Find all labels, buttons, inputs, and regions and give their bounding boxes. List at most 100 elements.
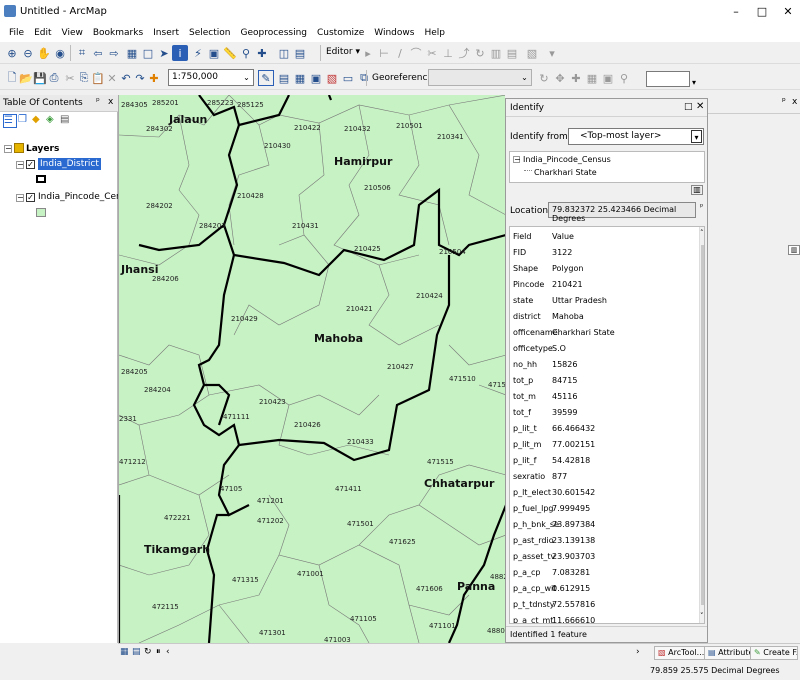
data-view-icon[interactable]: ▦ <box>120 647 129 657</box>
menu-item-customize[interactable]: Customize <box>312 26 369 40</box>
search-window-icon[interactable]: ▣ <box>308 70 324 86</box>
table-row[interactable]: p_lit_m 77.002151 <box>510 437 696 453</box>
table-row[interactable]: Pincode 210421 <box>510 277 696 293</box>
catalog-icon[interactable]: ▦ <box>292 70 308 86</box>
list-by-selection-icon[interactable]: ◈ <box>46 114 60 128</box>
result-feature[interactable]: Charkhari State <box>534 168 597 177</box>
toc-close-icon[interactable]: x <box>108 97 113 107</box>
layer-visibility-checkbox[interactable]: ✓ <box>26 160 35 169</box>
table-row[interactable]: tot_p 84715 <box>510 373 696 389</box>
table-row[interactable]: tot_f 39599 <box>510 405 696 421</box>
list-by-drawing-order-icon[interactable]: ☰ <box>3 114 17 128</box>
scroll-left-icon[interactable]: ‹ <box>166 647 170 657</box>
model-builder-icon[interactable]: ⧉ <box>356 70 372 86</box>
table-row[interactable]: tot_m 45116 <box>510 389 696 405</box>
table-row[interactable]: p_a_cp_wit 0.612915 <box>510 581 696 597</box>
grid-scrollbar[interactable]: ˄ ˅ <box>699 227 704 623</box>
pause-drawing-icon[interactable]: ⏸ <box>156 647 161 657</box>
maximize-button[interactable]: □ <box>752 4 772 20</box>
location-options-icon[interactable]: ᵖ <box>700 202 703 211</box>
list-by-source-icon[interactable]: ❐ <box>18 114 32 128</box>
menu-item-help[interactable]: Help <box>419 26 450 40</box>
table-row[interactable]: state Uttar Pradesh <box>510 293 696 309</box>
collapse-icon[interactable]: − <box>513 156 521 164</box>
toolbar-overflow-icon[interactable]: ▾ <box>692 78 696 87</box>
measure-icon[interactable]: 📏 <box>222 45 238 61</box>
table-row[interactable]: p_asset_tv 23.903703 <box>510 549 696 565</box>
table-row[interactable]: p_ast_rdio 23.139138 <box>510 533 696 549</box>
menu-item-view[interactable]: View <box>57 26 88 40</box>
collapse-icon[interactable]: − <box>4 145 12 153</box>
identify-from-select[interactable]: <Top-most layer> ▾ <box>568 128 704 145</box>
table-row[interactable]: p_t_tdnsty 72.557816 <box>510 597 696 613</box>
dock-close-icon[interactable]: x <box>792 97 797 107</box>
dock-view-icon[interactable]: ▥ <box>788 245 800 255</box>
back-extent-icon[interactable]: ⇦ <box>90 45 106 61</box>
pincode-symbol[interactable] <box>36 208 46 217</box>
layers-label[interactable]: Layers <box>26 144 59 154</box>
arctoolbox-icon[interactable]: ▧ <box>324 70 340 86</box>
layer-india-district[interactable]: India_District <box>38 158 101 170</box>
scroll-right-icon[interactable]: › <box>636 647 640 657</box>
table-row[interactable]: no_hh 15826 <box>510 357 696 373</box>
chevron-down-icon[interactable]: ⌄ <box>241 71 252 84</box>
print-icon[interactable]: ⎙ <box>46 70 62 86</box>
table-of-contents-icon[interactable]: ▤ <box>276 70 292 86</box>
collapse-icon[interactable]: − <box>16 161 24 169</box>
forward-extent-icon[interactable]: ⇨ <box>106 45 122 61</box>
scroll-thumb[interactable] <box>701 245 704 605</box>
table-row[interactable]: p_lit_f 54.42818 <box>510 453 696 469</box>
editor-toolbar-icon[interactable]: ✎ <box>258 70 274 86</box>
table-row[interactable]: Shape Polygon <box>510 261 696 277</box>
layout-view-icon[interactable]: ▤ <box>132 647 141 657</box>
table-row[interactable]: district Mahoba <box>510 309 696 325</box>
table-row[interactable]: p_h_bnk_se 73.897384 <box>510 517 696 533</box>
georef-input[interactable] <box>646 71 690 87</box>
dock-pin-icon[interactable]: ᵖ <box>782 97 786 107</box>
table-row[interactable]: officename Charkhari State <box>510 325 696 341</box>
menu-item-windows[interactable]: Windows <box>369 26 419 40</box>
table-row[interactable]: officetype S.O <box>510 341 696 357</box>
district-symbol[interactable] <box>36 175 46 183</box>
tab-arctoolbox[interactable]: ▧ ArcTool... <box>654 646 709 660</box>
editor-menu[interactable]: Editor ▾ <box>326 47 360 57</box>
table-row[interactable]: p_a_cp 7.083281 <box>510 565 696 581</box>
result-layer[interactable]: India_Pincode_Census <box>523 155 611 164</box>
table-row[interactable]: p_lit_t 66.466432 <box>510 421 696 437</box>
collapse-icon[interactable]: − <box>16 194 24 202</box>
refresh-icon[interactable]: ↻ <box>144 647 152 657</box>
menu-item-file[interactable]: File <box>4 26 29 40</box>
zoom-out-icon[interactable]: ⊖ <box>20 45 36 61</box>
table-row[interactable]: p_fuel_lpg 7.999495 <box>510 501 696 517</box>
identify-close-icon[interactable]: ✕ <box>696 101 704 112</box>
find-icon[interactable]: ⚲ <box>238 45 254 61</box>
zoom-in-icon[interactable]: ⊕ <box>4 45 20 61</box>
pin-icon[interactable]: ᵖ <box>96 97 100 107</box>
chevron-down-icon[interactable]: ▾ <box>691 130 702 143</box>
map-view[interactable]: Jalaun Hamirpur Jhansi Mahoba Chhatarpur Tika… <box>118 95 505 643</box>
select-features-icon[interactable]: ▦ <box>124 45 140 61</box>
map-scale-combo[interactable]: 1:750,000 ⌄ <box>168 69 254 86</box>
select-elements-icon[interactable]: ➤ <box>156 45 172 61</box>
scroll-up-icon[interactable]: ˄ <box>700 229 704 237</box>
table-row[interactable]: p_a_ct_mt 11.666610 <box>510 613 696 623</box>
menu-item-bookmarks[interactable]: Bookmarks <box>88 26 148 40</box>
go-to-xy-icon[interactable]: ✚ <box>254 45 270 61</box>
html-popup-icon[interactable]: ▣ <box>206 45 222 61</box>
minimize-button[interactable]: – <box>726 4 746 20</box>
view-toggle-icon[interactable]: ▥ <box>691 185 703 195</box>
layer-visibility-checkbox[interactable]: ✓ <box>26 193 35 202</box>
pan-icon[interactable]: ✋ <box>36 45 52 61</box>
list-by-visibility-icon[interactable]: ◆ <box>32 114 46 128</box>
table-row[interactable]: FID 3122 <box>510 245 696 261</box>
scroll-down-icon[interactable]: ˅ <box>700 612 704 620</box>
python-window-icon[interactable]: ▭ <box>340 70 356 86</box>
menu-item-selection[interactable]: Selection <box>184 26 235 40</box>
restore-icon[interactable]: □ <box>684 102 693 112</box>
full-extent-icon[interactable]: ◉ <box>52 45 68 61</box>
table-row[interactable]: p_lt_elect 30.601542 <box>510 485 696 501</box>
clear-selection-icon[interactable]: □ <box>140 45 156 61</box>
toc-options-icon[interactable]: ▤ <box>60 114 74 128</box>
menu-item-insert[interactable]: Insert <box>148 26 184 40</box>
time-slider-icon[interactable]: ◫ <box>276 45 292 61</box>
